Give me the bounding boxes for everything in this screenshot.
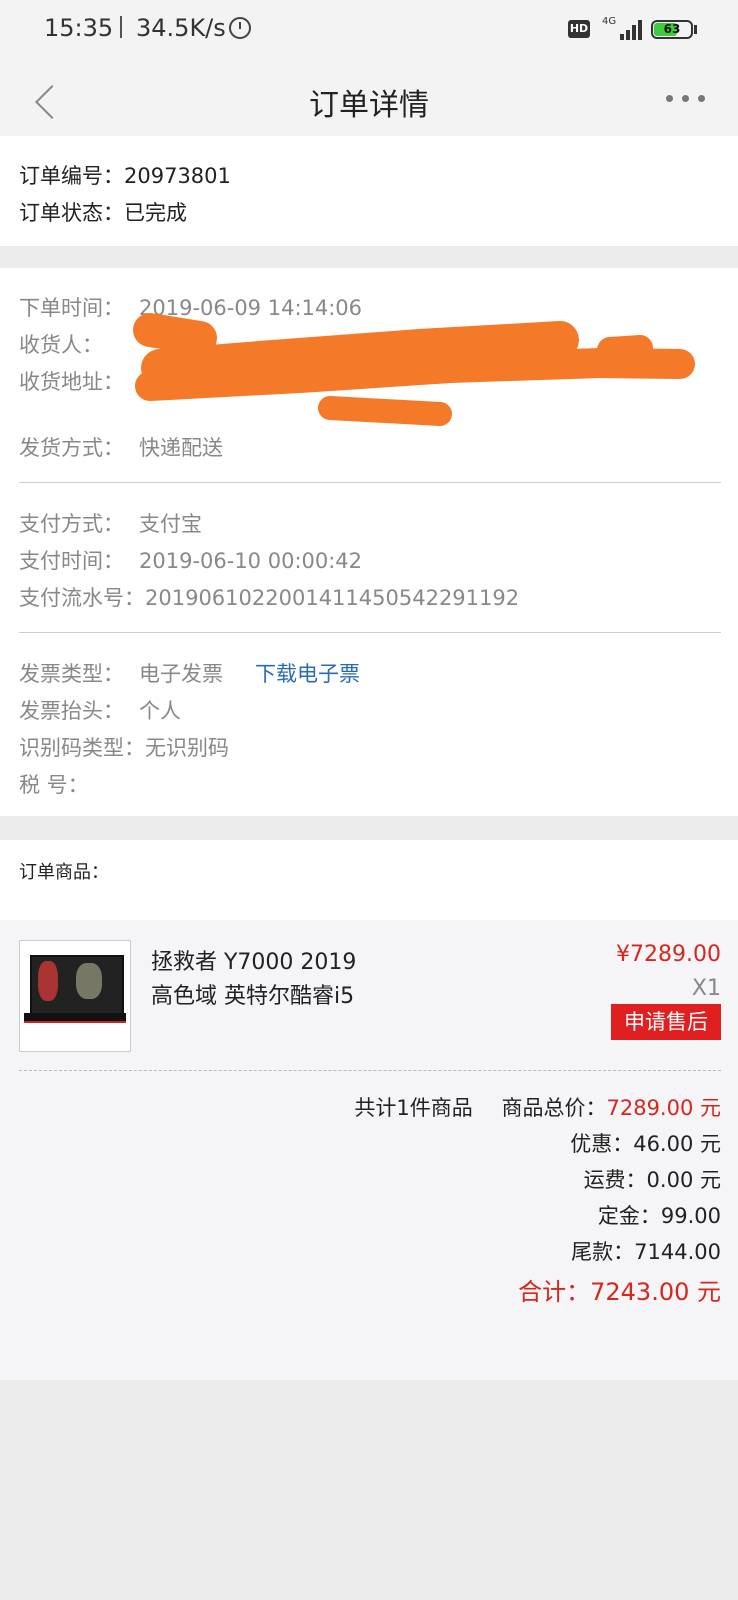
goods-header-section: 订单商品： <box>0 840 738 920</box>
redaction-scribble <box>133 313 695 426</box>
shipping-fee-row: 运费：0.00 元 <box>583 1168 721 1192</box>
id-type-row: 识别码类型：无识别码 <box>19 732 229 762</box>
order-number-row: 订单编号：20973801 <box>19 160 231 190</box>
status-net-speed: 34.5K/s <box>136 14 226 42</box>
pay-serial-row: 支付流水号：2019061022001411450542291192 <box>19 582 519 612</box>
item-count: 共计1件商品 <box>354 1096 473 1120</box>
order-summary-section: 订单编号：20973801 订单状态：已完成 <box>0 136 738 246</box>
invoice-title-row: 发票抬头： 个人 <box>19 695 181 725</box>
subtotal-value: 7289.00 元 <box>606 1096 721 1120</box>
pay-time-label: 支付时间： <box>19 549 124 573</box>
invoice-type-row: 发票类型： 电子发票 下载电子票 <box>19 658 360 688</box>
laptop-art-image <box>76 963 102 999</box>
status-time: 15:35 <box>44 14 114 42</box>
more-options-icon[interactable] <box>664 88 710 108</box>
count-subtotal-row: 共计1件商品 商品总价：7289.00 元 <box>354 1092 721 1122</box>
laptop-art-image <box>38 961 58 1001</box>
tax-number-row: 税 号： <box>19 769 139 799</box>
pay-time-row: 支付时间： 2019-06-10 00:00:42 <box>19 545 362 575</box>
alarm-icon <box>229 17 251 39</box>
deposit-row: 定金：99.00 <box>597 1204 721 1228</box>
id-type: 无识别码 <box>145 736 229 760</box>
battery-tip <box>694 25 697 34</box>
pay-serial: 2019061022001411450542291192 <box>145 586 520 610</box>
divider <box>19 632 721 633</box>
product-thumbnail[interactable] <box>19 940 131 1052</box>
status-bar: 15:35 34.5K/s HD 4G 63 <box>0 0 738 62</box>
goods-area: 拯救者 Y7000 2019 高色域 英特尔酷睿i5 ¥7289.00 X1 申… <box>0 920 738 1380</box>
product-price: ¥7289.00 <box>616 942 721 967</box>
order-status-row: 订单状态：已完成 <box>19 197 187 227</box>
pay-method-label: 支付方式： <box>19 512 124 536</box>
balance-row: 尾款：7144.00 <box>571 1240 721 1264</box>
dashed-divider <box>19 1070 721 1071</box>
order-status-label: 订单状态： <box>19 201 124 225</box>
pay-serial-label: 支付流水号： <box>19 586 145 610</box>
hd-badge: HD <box>568 20 590 38</box>
discount-row: 优惠：46.00 元 <box>570 1132 721 1156</box>
pay-time: 2019-06-10 00:00:42 <box>139 549 363 573</box>
tax-number-label: 税 号： <box>19 773 89 797</box>
subtotal-label: 商品总价： <box>501 1096 607 1120</box>
order-number-label: 订单编号： <box>19 164 124 188</box>
after-sale-button[interactable]: 申请售后 <box>611 1004 721 1040</box>
invoice-type: 电子发票 <box>139 662 223 686</box>
product-quantity: X1 <box>691 976 721 1001</box>
id-type-label: 识别码类型： <box>19 736 145 760</box>
pay-method-row: 支付方式： 支付宝 <box>19 508 202 538</box>
goods-header: 订单商品： <box>19 858 109 884</box>
pay-method: 支付宝 <box>139 512 202 536</box>
navigation-bar: 订单详情 <box>0 62 738 136</box>
signal-icon <box>612 18 642 40</box>
status-separator <box>120 16 122 38</box>
order-total: 合计：7243.00 元 <box>518 1278 721 1306</box>
laptop-base-image <box>24 1013 126 1023</box>
page-title: 订单详情 <box>309 88 429 123</box>
product-name-line2: 高色域 英特尔酷睿i5 <box>151 984 355 1009</box>
order-number: 20973801 <box>124 164 231 188</box>
product-name-line1: 拯救者 Y7000 2019 <box>151 950 357 975</box>
invoice-title-label: 发票抬头： <box>19 699 124 723</box>
invoice-type-label: 发票类型： <box>19 662 124 686</box>
battery-icon: 63 <box>651 20 693 39</box>
download-invoice-link[interactable]: 下载电子票 <box>255 662 360 686</box>
divider <box>19 482 721 483</box>
order-details-section: 下单时间： 2019-06-09 14:14:06 收货人： 收货地址： 发货方式… <box>0 268 738 816</box>
battery-level: 63 <box>663 22 681 36</box>
order-status: 已完成 <box>124 201 187 225</box>
goods-header-label: 订单商品： <box>19 862 109 883</box>
product-name[interactable]: 拯救者 Y7000 2019 高色域 英特尔酷睿i5 <box>151 946 356 1014</box>
invoice-title: 个人 <box>139 699 181 723</box>
